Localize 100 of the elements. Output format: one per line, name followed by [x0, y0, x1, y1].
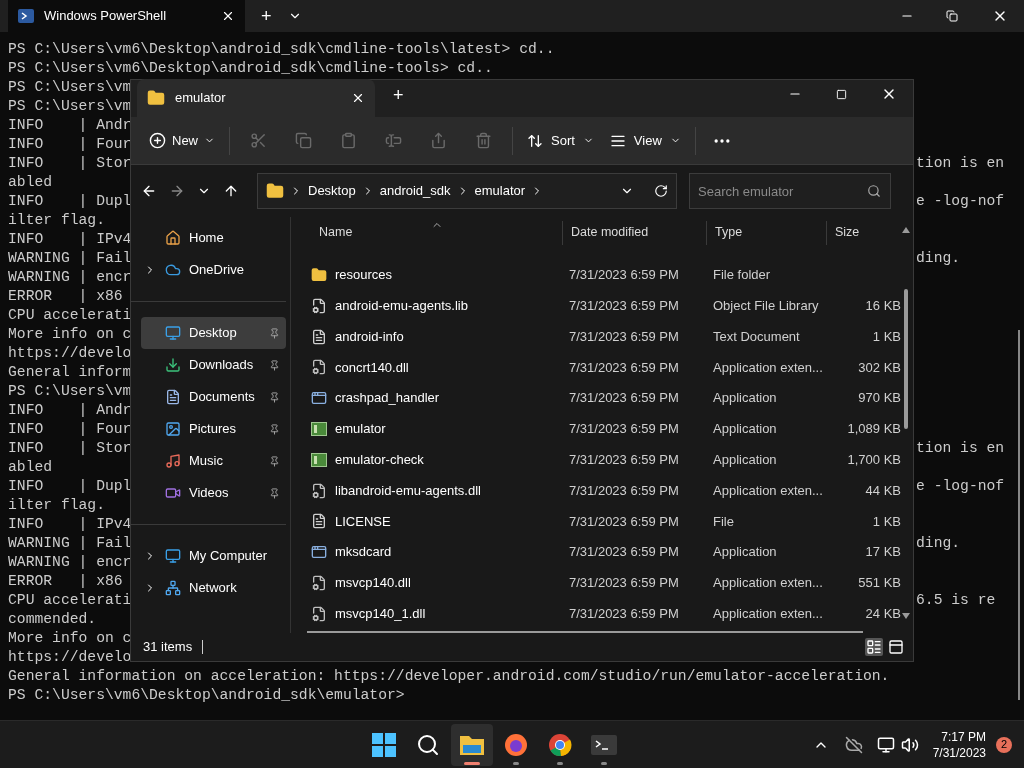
scrollbar-thumb[interactable]: [904, 289, 908, 429]
settings-file-icon: [311, 359, 327, 376]
sidebar-item[interactable]: My Computer: [141, 540, 286, 572]
terminal-line: ding.: [916, 249, 962, 268]
scrollbar-thumb[interactable]: [1018, 330, 1020, 700]
terminal-line: commended.: [8, 610, 97, 629]
breadcrumb-item[interactable]: android_sdk: [379, 181, 451, 201]
app-window-icon: [311, 390, 327, 407]
volume-icon[interactable]: [900, 735, 919, 754]
sidebar-item[interactable]: OneDrive: [141, 254, 286, 286]
terminal-line: INFO | Stor: [8, 154, 132, 173]
pin-icon: [269, 455, 280, 467]
file-row[interactable]: emulator 7/31/2023 6:59 PM Application 1,089 KB: [291, 413, 913, 445]
terminal-line: INFO | Four: [8, 420, 132, 439]
terminal-line: INFO | IPv4: [8, 515, 132, 534]
restore-icon[interactable]: [946, 10, 958, 22]
music-note-icon: [165, 453, 181, 469]
new-tab-button[interactable]: +: [261, 2, 272, 30]
file-row[interactable]: mksdcard 7/31/2023 6:59 PM Application 17 KB: [291, 536, 913, 568]
cut-icon[interactable]: [250, 132, 267, 149]
sidebar-item[interactable]: Downloads: [141, 349, 286, 381]
terminal-line: PS C:\Users\vm: [8, 382, 132, 401]
search-icon[interactable]: [416, 732, 441, 757]
browser-icon[interactable]: [504, 732, 529, 757]
scroll-down-icon[interactable]: [902, 613, 910, 619]
view-button[interactable]: View: [601, 124, 689, 157]
file-row[interactable]: msvcp140_1.dll 7/31/2023 6:59 PM Application exten... 24 KB: [291, 598, 913, 630]
file-row[interactable]: concrt140.dll 7/31/2023 6:59 PM Application exten... 302 KB: [291, 352, 913, 383]
column-header[interactable]: Type: [715, 223, 743, 243]
new-button[interactable]: New: [141, 124, 223, 157]
column-header[interactable]: Size: [835, 223, 860, 243]
explorer-tab[interactable]: emulator: [137, 79, 375, 117]
close-tab-icon[interactable]: [351, 91, 365, 105]
browser-icon[interactable]: [548, 732, 573, 757]
terminal-line: General information on acceleration: https://developer.android.com/studio/run/emulator-acceleration.: [8, 667, 890, 686]
notification-badge[interactable]: 2: [996, 736, 1012, 753]
terminal-icon[interactable]: [591, 734, 618, 755]
sidebar-item[interactable]: Music: [141, 445, 286, 477]
file-row[interactable]: LICENSE 7/31/2023 6:59 PM File 1 KB: [291, 505, 913, 537]
back-icon[interactable]: [141, 183, 157, 199]
powershell-icon: [18, 9, 34, 23]
close-tab-icon[interactable]: [221, 9, 235, 23]
terminal-line: https://develo: [8, 648, 132, 667]
terminal-line: INFO | Dupl: [8, 477, 132, 496]
download-icon: [165, 357, 181, 373]
up-icon[interactable]: [223, 183, 239, 199]
sidebar-item[interactable]: Network: [141, 572, 286, 604]
column-header[interactable]: Name: [319, 223, 353, 243]
terminal-line: ERROR | x86: [8, 572, 123, 591]
file-row[interactable]: android-emu-agents.lib 7/31/2023 6:59 PM Object File Library 16 KB: [291, 290, 913, 322]
terminal-line: WARNING | encr: [8, 268, 132, 287]
sidebar-item[interactable]: Home: [141, 222, 286, 254]
terminal-line: INFO | IPv4: [8, 230, 132, 249]
terminal-line: PS C:\Users\vm6\Desktop\android_sdk\cmdline-tools> cd..: [8, 59, 493, 78]
cloud-icon: [165, 262, 181, 278]
delete-icon[interactable]: [475, 132, 492, 149]
file-row[interactable]: libandroid-emu-agents.dll 7/31/2023 6:59 PM Application exten... 44 KB: [291, 475, 913, 506]
sidebar-item[interactable]: Documents: [141, 381, 286, 413]
terminal-line: ding.: [916, 534, 962, 553]
breadcrumb-item[interactable]: emulator: [474, 181, 526, 201]
cloud-off-icon[interactable]: [844, 735, 863, 754]
column-header[interactable]: Date modified: [571, 223, 649, 243]
address-bar[interactable]: Desktop android_sdk emulator: [257, 173, 677, 209]
terminal-line: INFO | Dupl: [8, 192, 132, 211]
forward-icon[interactable]: [169, 183, 185, 199]
settings-file-icon: [311, 574, 327, 591]
terminal-line: abled: [8, 173, 53, 192]
file-row[interactable]: msvcp140.dll 7/31/2023 6:59 PM Application exten... 551 KB: [291, 567, 913, 599]
paste-icon[interactable]: [340, 132, 357, 149]
sidebar-item[interactable]: Desktop: [141, 317, 286, 349]
terminal-line: PS C:\Users\vm6\Desktop\android_sdk\cmdline-tools\latest> cd..: [8, 40, 555, 59]
share-icon[interactable]: [430, 132, 447, 149]
terminal-line: CPU accelerati: [8, 591, 132, 610]
file-row[interactable]: emulator-check 7/31/2023 6:59 PM Application 1,700 KB: [291, 444, 913, 476]
start-icon[interactable]: [372, 732, 397, 757]
maximize-icon[interactable]: [836, 88, 847, 100]
terminal-tab[interactable]: Windows PowerShell: [8, 0, 245, 32]
file-row[interactable]: android-info 7/31/2023 6:59 PM Text Document 1 KB: [291, 321, 913, 353]
tiles-view-icon[interactable]: [887, 638, 905, 656]
rename-icon[interactable]: [385, 132, 402, 149]
pin-icon: [269, 391, 280, 403]
breadcrumb-item[interactable]: Desktop: [308, 181, 356, 201]
terminal-line: PS C:\Users\vm6\Desktop\android_sdk\emulator>: [8, 686, 405, 705]
scroll-up-icon[interactable]: [902, 227, 910, 233]
search-field[interactable]: Search emulator: [689, 173, 891, 209]
monitor-icon: [165, 325, 181, 341]
new-tab-button[interactable]: +: [393, 82, 404, 109]
clock-time[interactable]: 7:17 PM: [941, 728, 986, 745]
terminal-line: PS C:\Users\vm: [8, 97, 132, 116]
app-window-icon: [311, 544, 327, 561]
horizontal-scrollbar[interactable]: [307, 631, 863, 634]
file-row[interactable]: crashpad_handler 7/31/2023 6:59 PM Application 970 KB: [291, 382, 913, 414]
clock-date[interactable]: 7/31/2023: [932, 744, 986, 761]
sort-button[interactable]: Sort: [519, 124, 602, 157]
file-row[interactable]: resources 7/31/2023 6:59 PM File folder: [291, 259, 913, 291]
copy-icon[interactable]: [295, 132, 312, 149]
details-view-icon[interactable]: [865, 638, 883, 656]
refresh-icon[interactable]: [654, 184, 668, 198]
sidebar-item[interactable]: Videos: [141, 477, 286, 509]
sidebar-item[interactable]: Pictures: [141, 413, 286, 445]
